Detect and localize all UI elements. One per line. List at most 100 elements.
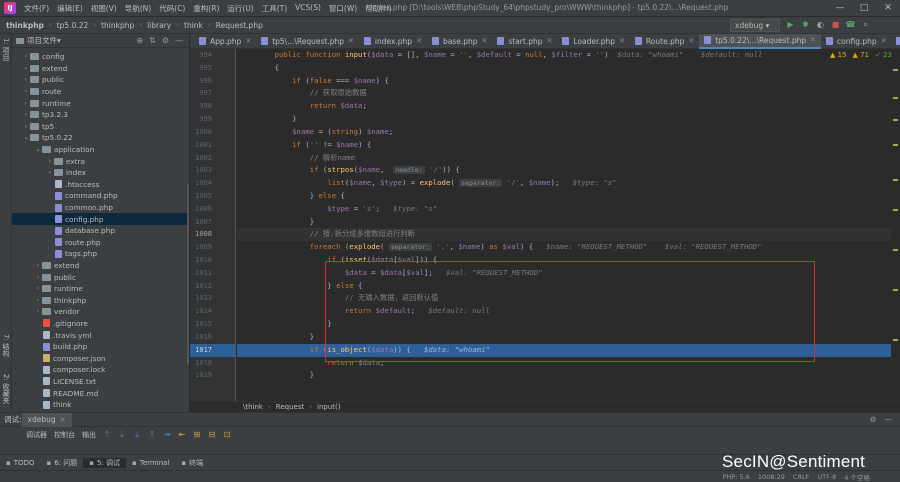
minimize-button[interactable]: — <box>828 0 852 17</box>
menu-item[interactable]: 运行(U) <box>223 3 257 14</box>
expand-arrow-icon[interactable]: › <box>22 65 30 72</box>
expand-arrow-icon[interactable]: › <box>22 100 30 107</box>
bottom-tool-tab[interactable]: ▪ Terminal <box>126 459 175 467</box>
tree-item[interactable]: › extend <box>12 63 189 75</box>
menu-item[interactable]: 文件(F) <box>20 3 53 14</box>
expand-arrow-icon[interactable]: › <box>22 76 30 83</box>
tree-item[interactable]: › route <box>12 86 189 98</box>
editor-tab[interactable]: index.php ✕ <box>359 34 427 49</box>
bottom-tool-tab[interactable]: ▪ 6: 问题 <box>40 458 83 468</box>
frames-icon[interactable]: ⊞ <box>193 431 201 439</box>
editor-tab[interactable]: base.php ✕ <box>427 34 492 49</box>
close-icon[interactable]: ✕ <box>60 415 66 424</box>
locate-icon[interactable]: ⊕ <box>136 36 143 45</box>
project-title[interactable]: 项目文件 <box>27 35 57 46</box>
inspection-widget[interactable]: ▲ 15 ▲ 71 ✓ 23 <box>830 51 892 59</box>
favorites-tool-tab[interactable]: 2: 收藏夹 <box>1 374 11 404</box>
close-icon[interactable]: ✕ <box>810 36 816 44</box>
menu-item[interactable]: 重构(R) <box>189 3 223 14</box>
expand-arrow-icon[interactable]: ⌄ <box>34 146 42 153</box>
run-icon[interactable]: ▶ <box>785 19 796 30</box>
tree-item[interactable]: build.php <box>12 341 189 353</box>
tree-item[interactable]: README.md <box>12 387 189 399</box>
tree-item[interactable]: composer.lock <box>12 364 189 376</box>
expand-arrow-icon[interactable]: › <box>22 88 30 95</box>
tree-item[interactable]: › extend <box>12 260 189 272</box>
breadcrumb-item[interactable]: thinkphp <box>0 21 47 30</box>
run-config-select[interactable]: xdebug ▾ <box>730 19 780 32</box>
file-encoding[interactable]: UTF-8 <box>817 473 836 481</box>
tree-item[interactable]: .htaccess <box>12 179 189 191</box>
tree-item[interactable]: › vendor <box>12 306 189 318</box>
editor-tab[interactable]: tp5\...\Request.php ✕ <box>256 34 359 49</box>
editor-scrollbar[interactable] <box>891 49 900 401</box>
tree-item[interactable]: composer.json <box>12 352 189 364</box>
expand-arrow-icon[interactable]: › <box>34 262 42 269</box>
listen-debug-icon[interactable]: ☎ <box>845 19 856 30</box>
breadcrumb-item[interactable]: tp5.0.22 <box>54 21 92 30</box>
close-button[interactable]: ✕ <box>876 0 900 17</box>
expand-arrow-icon[interactable]: › <box>22 123 30 130</box>
search-icon[interactable]: ⌕ <box>860 19 871 30</box>
breadcrumb-item[interactable]: library <box>144 21 174 30</box>
debug-subtab[interactable]: 调试器 <box>26 430 47 440</box>
run-to-cursor-icon[interactable]: ⇥ <box>163 431 171 439</box>
expand-arrow-icon[interactable]: › <box>34 308 42 315</box>
collapse-icon[interactable]: ⇅ <box>149 36 156 45</box>
editor-tab[interactable]: Route.php ✕ <box>630 34 699 49</box>
tree-item[interactable]: › index <box>12 167 189 179</box>
tree-item[interactable]: LICENSE.txt <box>12 376 189 388</box>
breadcrumb-item[interactable]: think <box>181 21 206 30</box>
editor-tab[interactable]: Co✕ <box>891 34 900 49</box>
tree-item[interactable]: .travis.yml <box>12 329 189 341</box>
menu-item[interactable]: 代码(C) <box>155 3 189 14</box>
menu-item[interactable]: 导航(N) <box>121 3 155 14</box>
settings-icon[interactable]: ⚙ <box>870 415 877 424</box>
expand-arrow-icon[interactable]: › <box>34 285 42 292</box>
expand-arrow-icon[interactable]: › <box>34 274 42 281</box>
tree-item[interactable]: ⌄ application <box>12 144 189 156</box>
tree-item[interactable]: › runtime <box>12 283 189 295</box>
hide-icon[interactable]: — <box>885 415 893 424</box>
tree-item[interactable]: › public <box>12 271 189 283</box>
force-step-into-icon[interactable]: ⤓ <box>133 431 141 439</box>
close-icon[interactable]: ✕ <box>688 37 694 45</box>
tree-item[interactable]: route.php <box>12 237 189 249</box>
tree-item[interactable]: .gitignore <box>12 318 189 330</box>
expand-arrow-icon[interactable]: › <box>22 111 30 118</box>
structure-tool-tab[interactable]: 7: 结构 <box>1 334 11 357</box>
tree-item[interactable]: › tp3.2.3 <box>12 109 189 121</box>
menu-item[interactable]: 编辑(E) <box>53 3 87 14</box>
tree-item[interactable]: ⌄ tp5.0.22 <box>12 132 189 144</box>
tree-item[interactable]: think <box>12 399 189 411</box>
expand-arrow-icon[interactable]: › <box>22 53 30 60</box>
tree-item[interactable]: › public <box>12 74 189 86</box>
menu-item[interactable]: 工具(T) <box>258 3 291 14</box>
expand-arrow-icon[interactable]: › <box>46 169 54 176</box>
tree-item[interactable]: tags.php <box>12 248 189 260</box>
coverage-icon[interactable]: ◐ <box>815 19 826 30</box>
menu-item[interactable]: 视图(V) <box>87 3 121 14</box>
close-icon[interactable]: ✕ <box>881 37 887 45</box>
code-area[interactable]: public function input($data = [], $name … <box>237 49 900 401</box>
editor-breadcrumb-item[interactable]: \think <box>240 403 266 411</box>
tree-item[interactable]: › runtime <box>12 97 189 109</box>
debug-icon[interactable]: ✱ <box>800 19 811 30</box>
line-separator[interactable]: CRLF <box>793 473 809 481</box>
settings-icon[interactable]: ⚙ <box>162 36 169 45</box>
breadcrumb-item[interactable]: Request.php <box>213 21 266 30</box>
indent-setting[interactable]: 4 个空格 <box>844 472 870 482</box>
bottom-tool-tab[interactable]: ▪ TODO <box>0 459 40 467</box>
tree-item[interactable]: › config <box>12 51 189 63</box>
project-tool-tab[interactable]: 1: 项目 <box>1 38 11 61</box>
debug-subtab[interactable]: 输出 <box>82 430 96 440</box>
menu-item[interactable]: 窗口(W) <box>325 3 361 14</box>
debug-subtab[interactable]: 控制台 <box>54 430 75 440</box>
stop-icon[interactable]: ■ <box>830 19 841 30</box>
expand-arrow-icon[interactable]: ⌄ <box>22 134 30 141</box>
debug-session-tab[interactable]: xdebug ✕ <box>21 412 72 427</box>
bottom-tool-tab[interactable]: ▪ 终端 <box>175 458 209 468</box>
step-into-icon[interactable]: ⇣ <box>118 431 126 439</box>
step-out-icon[interactable]: ⤒ <box>148 431 156 439</box>
tree-item[interactable]: › extra <box>12 155 189 167</box>
